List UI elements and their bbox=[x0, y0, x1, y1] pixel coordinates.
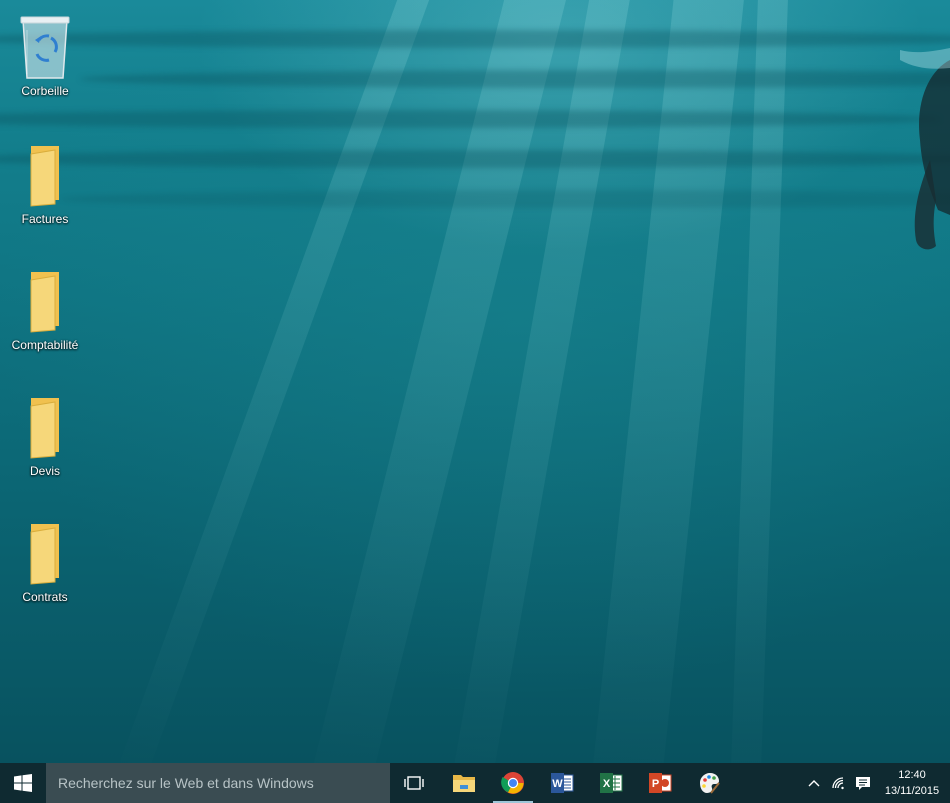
excel-icon: X bbox=[600, 773, 623, 793]
folder-label: Contrats bbox=[22, 590, 68, 604]
powerpoint-button[interactable]: P bbox=[640, 763, 680, 803]
svg-text:W: W bbox=[552, 778, 563, 790]
search-input[interactable]: Recherchez sur le Web et dans Windows bbox=[46, 763, 390, 803]
taskbar: Recherchez sur le Web et dans Windows W bbox=[0, 763, 950, 803]
water-ripple bbox=[0, 30, 950, 48]
desktop-icon-folder-comptabilite[interactable]: Comptabilité bbox=[4, 266, 86, 352]
chrome-button[interactable] bbox=[493, 763, 533, 803]
water-ripple bbox=[0, 150, 950, 168]
water-ripple bbox=[60, 190, 950, 208]
svg-text:P: P bbox=[652, 778, 659, 790]
clock-date: 13/11/2015 bbox=[884, 785, 940, 797]
show-hidden-icons-chevron-icon bbox=[808, 780, 820, 787]
folder-label: Comptabilité bbox=[11, 338, 79, 352]
recycle-bin-label: Corbeille bbox=[21, 84, 69, 98]
clock[interactable]: 12:40 13/11/2015 bbox=[880, 767, 944, 799]
folder-icon bbox=[30, 272, 59, 333]
desktop-icon-folder-contrats[interactable]: Contrats bbox=[4, 518, 86, 604]
folder-icon bbox=[30, 524, 59, 585]
swimmer-silhouette bbox=[900, 48, 950, 250]
task-view-icon bbox=[404, 776, 424, 790]
task-view-button[interactable] bbox=[394, 763, 434, 803]
desktop-background: Corbeille Factures Comptabilité Devis Co… bbox=[0, 0, 950, 763]
paint-button[interactable] bbox=[689, 763, 729, 803]
excel-button[interactable]: X bbox=[591, 763, 631, 803]
word-button[interactable]: W bbox=[542, 763, 582, 803]
folder-label: Devis bbox=[29, 464, 60, 478]
desktop-icon-recycle-bin[interactable]: Corbeille bbox=[4, 12, 86, 98]
windows-logo-icon bbox=[14, 774, 32, 792]
chrome-icon bbox=[501, 772, 524, 794]
desktop-icon-folder-factures[interactable]: Factures bbox=[4, 140, 86, 226]
clock-time: 12:40 bbox=[898, 769, 926, 781]
desktop-icon-folder-devis[interactable]: Devis bbox=[4, 392, 86, 478]
action-center-button[interactable] bbox=[852, 763, 874, 803]
folder-icon bbox=[30, 398, 59, 459]
svg-text:X: X bbox=[603, 778, 611, 790]
search-placeholder: Recherchez sur le Web et dans Windows bbox=[58, 775, 314, 791]
powerpoint-icon: P bbox=[649, 773, 672, 793]
action-center-icon bbox=[856, 776, 870, 790]
folder-icon bbox=[30, 146, 59, 207]
show-hidden-icons-button[interactable] bbox=[804, 763, 824, 803]
recycle-bin-icon bbox=[20, 16, 70, 79]
file-explorer-button[interactable] bbox=[444, 763, 484, 803]
water-ripple bbox=[80, 70, 950, 88]
network-button[interactable] bbox=[828, 763, 850, 803]
wifi-icon bbox=[832, 777, 844, 790]
file-explorer-icon bbox=[453, 775, 475, 792]
folder-label: Factures bbox=[21, 212, 69, 226]
word-icon: W bbox=[551, 773, 574, 793]
start-button[interactable] bbox=[0, 763, 46, 803]
water-ripple bbox=[0, 110, 940, 128]
paint-icon bbox=[700, 773, 720, 794]
